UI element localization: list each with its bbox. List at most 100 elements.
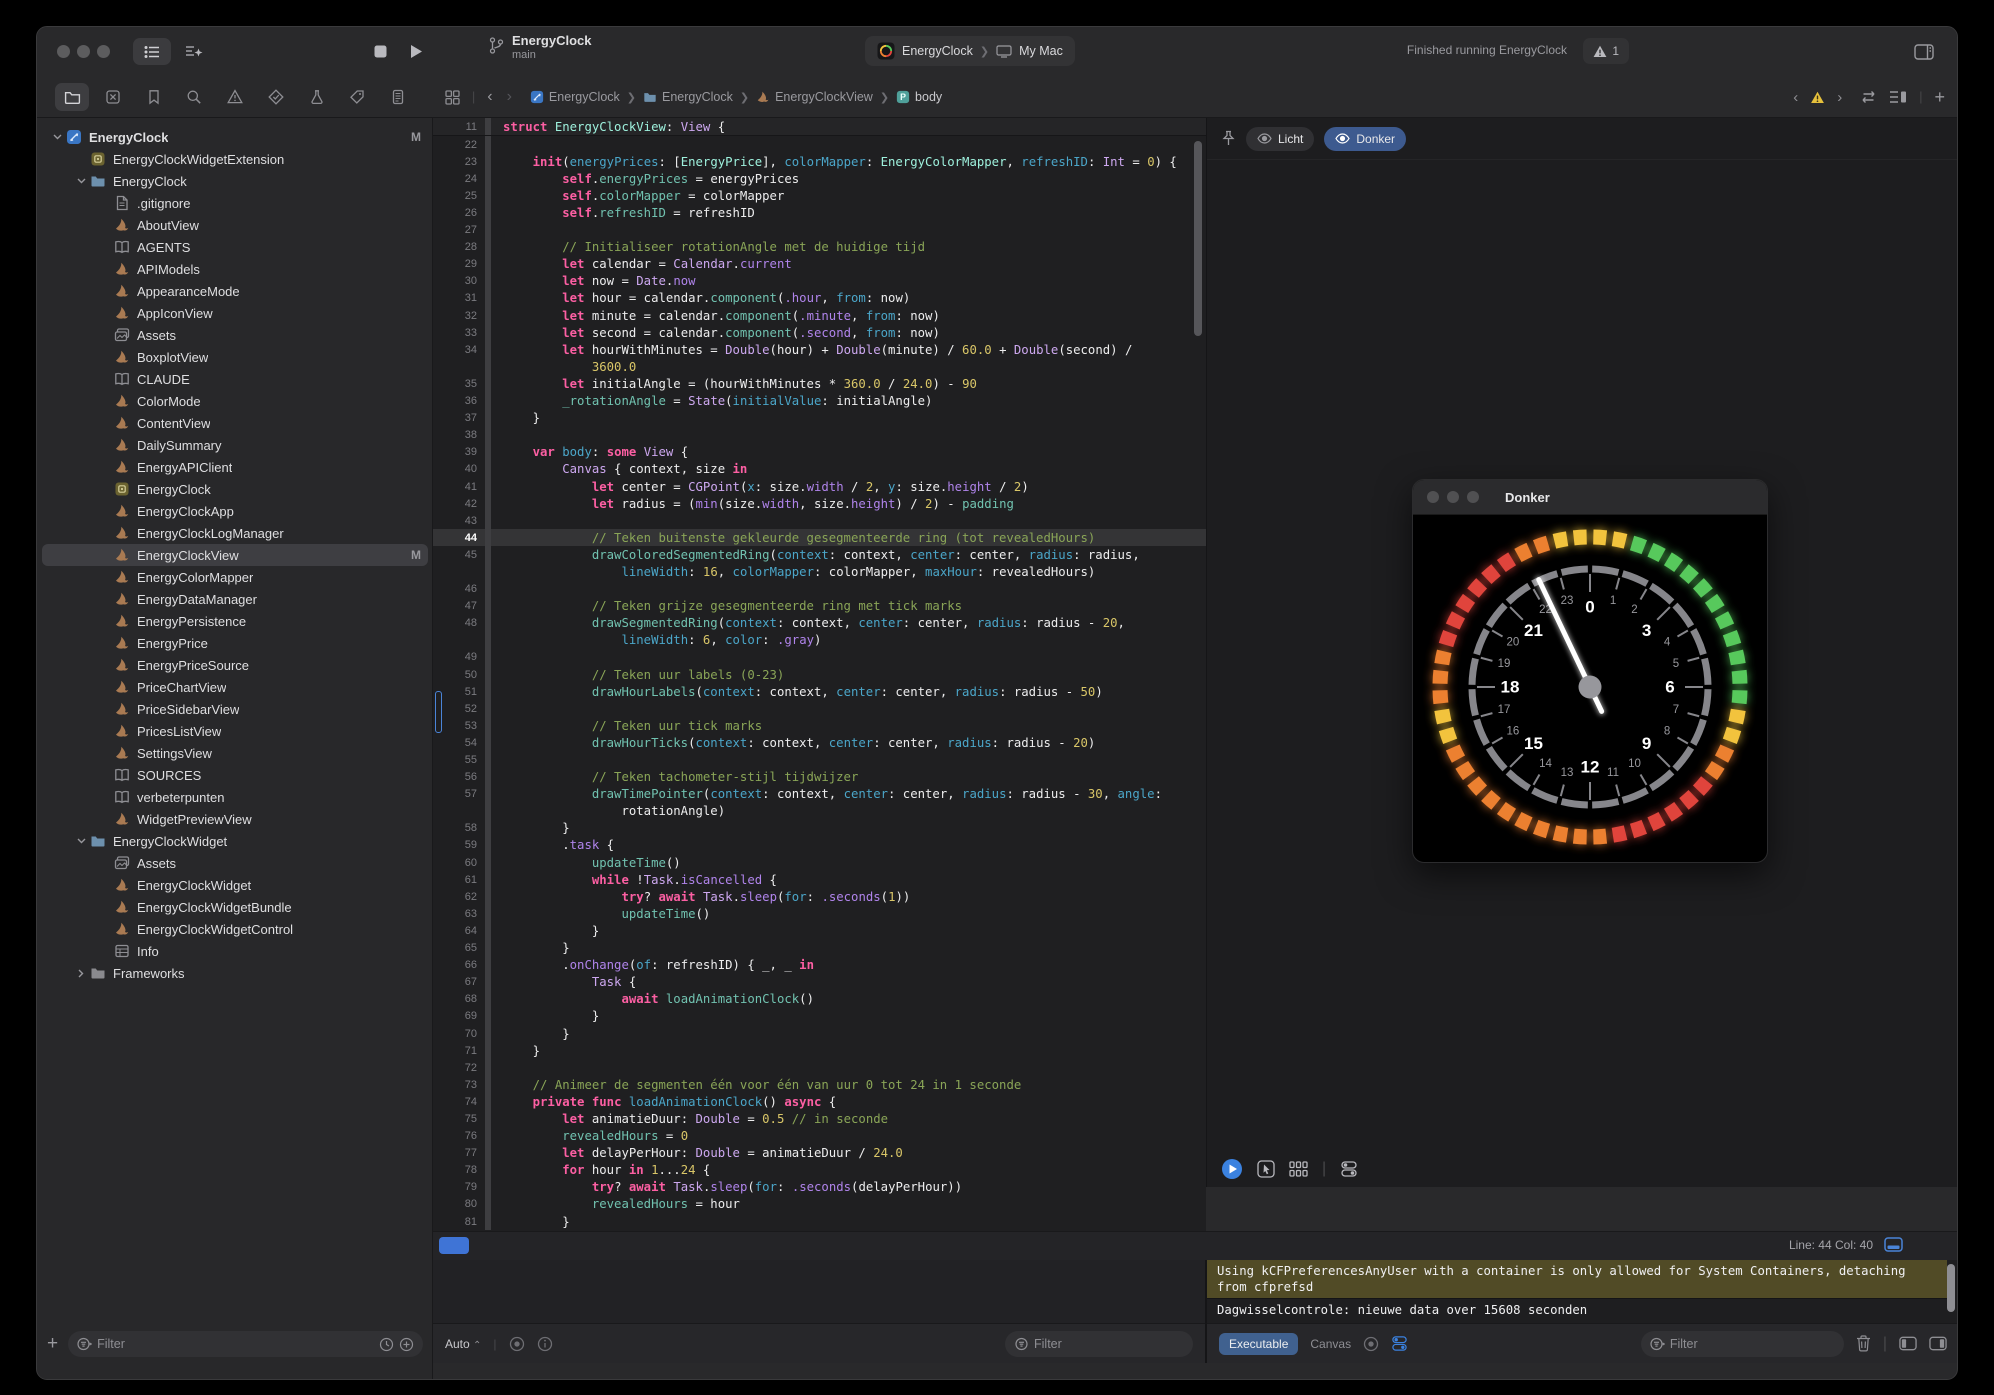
- code-line[interactable]: 78 for hour in 1...24 {: [433, 1162, 1206, 1179]
- line-number[interactable]: 74: [433, 1096, 485, 1108]
- breadcrumb-item[interactable]: Pbody: [896, 90, 942, 104]
- line-number[interactable]: 33: [433, 327, 485, 339]
- run-button[interactable]: [403, 38, 429, 65]
- source-control-change-bar[interactable]: [435, 691, 442, 733]
- tree-row[interactable]: SettingsView: [37, 742, 433, 764]
- code-line[interactable]: 77 let delayPerHour: Double = animatieDu…: [433, 1145, 1206, 1162]
- code-line[interactable]: 71 }: [433, 1042, 1206, 1059]
- line-number[interactable]: 30: [433, 275, 485, 287]
- line-number[interactable]: 44: [433, 532, 485, 544]
- console-toggles-icon[interactable]: [1391, 1335, 1408, 1352]
- editor-panel-icon[interactable]: [1884, 1237, 1903, 1252]
- code-line[interactable]: 75 let animatieDuur: Double = 0.5 // in …: [433, 1110, 1206, 1127]
- tree-row[interactable]: ContentView: [37, 412, 433, 434]
- debug-filter-field[interactable]: Filter: [1005, 1331, 1193, 1357]
- code-line[interactable]: 50 // Teken uur labels (0-23): [433, 666, 1206, 683]
- line-number[interactable]: 11: [433, 121, 485, 133]
- preview-mode-light[interactable]: Licht: [1246, 127, 1314, 151]
- navigator-tab-search[interactable]: [177, 83, 211, 111]
- tree-row[interactable]: AboutView: [37, 214, 433, 236]
- tree-row[interactable]: EnergyClock: [37, 478, 433, 500]
- preview-zoom-button[interactable]: [1467, 491, 1479, 503]
- code-line[interactable]: 45 drawColoredSegmentedRing(context: con…: [433, 546, 1206, 563]
- line-number[interactable]: 45: [433, 549, 485, 561]
- chevron-closed-icon[interactable]: [73, 969, 89, 978]
- code-line[interactable]: 63 updateTime(): [433, 905, 1206, 922]
- line-number[interactable]: 25: [433, 190, 485, 202]
- code-line[interactable]: 38: [433, 427, 1206, 444]
- code-line[interactable]: 68 await loadAnimationClock(): [433, 991, 1206, 1008]
- debug-console[interactable]: Using kCFPreferencesAnyUser with a conta…: [1206, 1260, 1958, 1323]
- line-number[interactable]: 50: [433, 669, 485, 681]
- tree-row[interactable]: EnergyClockWidget: [37, 830, 433, 852]
- tree-row[interactable]: EnergyClock: [37, 170, 433, 192]
- console-log-entry[interactable]: Using kCFPreferencesAnyUser with a conta…: [1207, 1260, 1947, 1299]
- line-number[interactable]: 41: [433, 481, 485, 493]
- breadcrumb-item[interactable]: EnergyClock: [643, 90, 733, 104]
- tree-row[interactable]: EnergyPersistence: [37, 610, 433, 632]
- line-number[interactable]: 38: [433, 429, 485, 441]
- tree-row[interactable]: Assets: [37, 324, 433, 346]
- selectable-mode-button[interactable]: [1257, 1160, 1275, 1178]
- tree-row[interactable]: EnergyColorMapper: [37, 566, 433, 588]
- code-line[interactable]: 22: [433, 136, 1206, 153]
- forward-button[interactable]: ›: [507, 88, 512, 106]
- code-line[interactable]: 43: [433, 512, 1206, 529]
- code-line[interactable]: 70 }: [433, 1025, 1206, 1042]
- tree-row[interactable]: verbeterpunten: [37, 786, 433, 808]
- close-window-button[interactable]: [57, 45, 70, 58]
- code-line[interactable]: 69 }: [433, 1008, 1206, 1025]
- chevron-open-icon[interactable]: [73, 838, 89, 844]
- line-number[interactable]: 22: [433, 139, 485, 151]
- tree-row[interactable]: EnergyClockApp: [37, 500, 433, 522]
- tree-row[interactable]: DailySummary: [37, 434, 433, 456]
- stop-button[interactable]: [367, 38, 393, 65]
- code-line[interactable]: 54 drawHourTicks(context: context, cente…: [433, 734, 1206, 751]
- editor-scrollbar[interactable]: [1194, 141, 1202, 336]
- tree-row[interactable]: EnergyClockWidget: [37, 874, 433, 896]
- line-number[interactable]: 48: [433, 617, 485, 629]
- console-scope-executable[interactable]: Executable: [1219, 1333, 1298, 1355]
- tree-row[interactable]: WidgetPreviewView: [37, 808, 433, 830]
- code-line[interactable]: 23 init(energyPrices: [EnergyPrice], col…: [433, 153, 1206, 170]
- console-log-entry[interactable]: Dagwisselcontrole: nieuwe data over 1560…: [1207, 1299, 1947, 1321]
- line-number[interactable]: 76: [433, 1130, 485, 1142]
- tree-row[interactable]: EnergyClockLogManager: [37, 522, 433, 544]
- code-line[interactable]: 60 updateTime(): [433, 854, 1206, 871]
- line-number[interactable]: 32: [433, 310, 485, 322]
- line-number[interactable]: 31: [433, 292, 485, 304]
- compose-button[interactable]: [179, 38, 209, 65]
- line-number[interactable]: 64: [433, 925, 485, 937]
- tree-row[interactable]: EnergyClockWidgetBundle: [37, 896, 433, 918]
- line-number[interactable]: 65: [433, 942, 485, 954]
- warning-badge[interactable]: 1: [1583, 38, 1629, 64]
- live-preview-button[interactable]: [1221, 1158, 1243, 1180]
- tree-row[interactable]: EnergyDataManager: [37, 588, 433, 610]
- next-issue-button[interactable]: ›: [1837, 89, 1842, 106]
- navigator-tab-diamond-check[interactable]: [259, 83, 293, 111]
- code-line[interactable]: 36 _rotationAngle = State(initialValue: …: [433, 393, 1206, 410]
- code-editor[interactable]: 11struct EnergyClockView: View {2223 ini…: [433, 118, 1206, 1231]
- line-number[interactable]: 46: [433, 583, 485, 595]
- editor-options-icon[interactable]: [1889, 90, 1907, 104]
- code-line[interactable]: 46: [433, 581, 1206, 598]
- navigator-tab-tag[interactable]: [340, 83, 374, 111]
- line-number[interactable]: 28: [433, 241, 485, 253]
- tree-row[interactable]: AppearanceMode: [37, 280, 433, 302]
- code-line[interactable]: 65 }: [433, 940, 1206, 957]
- console-panel-right-icon[interactable]: [1929, 1336, 1947, 1351]
- add-editor-button[interactable]: +: [1934, 87, 1945, 108]
- code-line[interactable]: 64 }: [433, 922, 1206, 939]
- add-file-button[interactable]: +: [47, 1333, 58, 1355]
- line-number[interactable]: 69: [433, 1010, 485, 1022]
- code-line[interactable]: 51 drawHourLabels(context: context, cent…: [433, 683, 1206, 700]
- issue-warning-icon[interactable]: [1810, 91, 1825, 104]
- code-line[interactable]: 37 }: [433, 410, 1206, 427]
- navigator-tab-warning[interactable]: [218, 83, 252, 111]
- code-line[interactable]: 40 Canvas { context, size in: [433, 461, 1206, 478]
- line-number[interactable]: 79: [433, 1181, 485, 1193]
- code-line[interactable]: 34 let hourWithMinutes = Double(hour) + …: [433, 341, 1206, 358]
- breadcrumb-item[interactable]: EnergyClock: [530, 90, 620, 104]
- preview-close-button[interactable]: [1427, 491, 1439, 503]
- code-line[interactable]: 73 // Animeer de segmenten één voor één …: [433, 1076, 1206, 1093]
